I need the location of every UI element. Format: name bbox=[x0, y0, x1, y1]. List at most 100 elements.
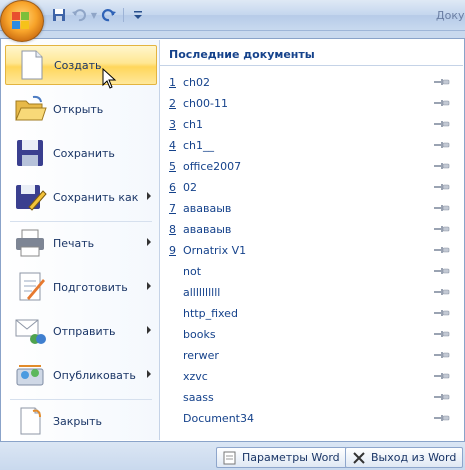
recent-document-item[interactable]: http_fixed bbox=[169, 303, 455, 323]
recent-documents-title: Последние документы bbox=[160, 40, 463, 66]
recent-document-name: rerwer bbox=[183, 348, 219, 362]
recent-document-item[interactable]: 4 ch1__ bbox=[169, 135, 455, 155]
recent-document-name: Ornatrix V1 bbox=[183, 243, 247, 257]
menu-divider bbox=[10, 221, 152, 222]
mouse-cursor-icon bbox=[102, 68, 117, 89]
pin-icon[interactable] bbox=[434, 267, 450, 275]
recent-document-item[interactable]: books bbox=[169, 324, 455, 344]
pin-icon[interactable] bbox=[434, 99, 450, 107]
menu-item-label: Создать bbox=[54, 58, 102, 72]
pin-icon[interactable] bbox=[434, 414, 450, 422]
office-button[interactable] bbox=[0, 0, 44, 42]
recent-document-item[interactable]: 7 ававаыв bbox=[169, 198, 455, 218]
menu-item-send[interactable]: Отправить bbox=[5, 311, 157, 351]
pin-icon[interactable] bbox=[434, 288, 450, 296]
prepare-icon bbox=[13, 271, 47, 303]
menu-divider bbox=[10, 399, 152, 400]
printer-icon bbox=[13, 227, 47, 259]
exit-word-label: Выход из Word bbox=[371, 451, 457, 464]
submenu-arrow-icon bbox=[147, 282, 151, 290]
redo-icon[interactable] bbox=[100, 6, 118, 24]
recent-document-item[interactable]: Document34 bbox=[169, 408, 455, 428]
submenu-arrow-icon bbox=[147, 238, 151, 246]
menu-commands: Создать Открыть Сохранить Сохранить как bbox=[2, 40, 160, 440]
menu-item-print[interactable]: Печать bbox=[5, 223, 157, 263]
undo-icon[interactable] bbox=[70, 6, 88, 24]
pin-icon[interactable] bbox=[434, 246, 450, 254]
recent-document-name: allllllllll bbox=[183, 285, 221, 299]
recent-document-item[interactable]: not bbox=[169, 261, 455, 281]
recent-document-name: xzvc bbox=[183, 369, 208, 383]
menu-item-new[interactable]: Создать bbox=[5, 45, 157, 85]
word-options-label: Параметры Word bbox=[242, 451, 340, 464]
recent-document-name: saass bbox=[183, 390, 214, 404]
submenu-arrow-icon bbox=[147, 326, 151, 334]
recent-document-item[interactable]: xzvc bbox=[169, 366, 455, 386]
recent-document-item[interactable]: 8 ававаыв bbox=[169, 219, 455, 239]
pin-icon[interactable] bbox=[434, 225, 450, 233]
recent-document-number: 4 bbox=[169, 138, 176, 152]
pin-icon[interactable] bbox=[434, 204, 450, 212]
recent-document-name: ававаыв bbox=[183, 201, 232, 215]
submenu-arrow-icon bbox=[147, 192, 151, 200]
pin-icon[interactable] bbox=[434, 372, 450, 380]
pin-icon[interactable] bbox=[434, 183, 450, 191]
send-icon bbox=[13, 315, 47, 347]
recent-document-item[interactable]: saass bbox=[169, 387, 455, 407]
menu-item-label: Печать bbox=[53, 236, 95, 250]
recent-document-name: ch02 bbox=[183, 75, 211, 89]
save-icon[interactable] bbox=[50, 6, 68, 24]
open-folder-icon bbox=[13, 93, 47, 125]
save-disk-icon bbox=[13, 137, 47, 169]
recent-document-name: not bbox=[183, 264, 202, 278]
recent-document-number: 6 bbox=[169, 180, 176, 194]
pin-icon[interactable] bbox=[434, 162, 450, 170]
word-options-button[interactable]: Параметры Word bbox=[216, 447, 347, 468]
menu-item-label: Закрыть bbox=[53, 414, 102, 428]
publish-icon bbox=[13, 359, 47, 391]
customize-qat-icon[interactable] bbox=[129, 6, 147, 24]
office-menu: Создать Открыть Сохранить Сохранить как bbox=[0, 38, 465, 442]
submenu-arrow-icon bbox=[147, 370, 151, 378]
menu-item-label: Опубликовать bbox=[53, 368, 136, 382]
recent-document-number: 3 bbox=[169, 117, 176, 131]
recent-document-item[interactable]: 1 ch02 bbox=[169, 72, 455, 92]
pin-icon[interactable] bbox=[434, 309, 450, 317]
recent-document-name: ававаыв bbox=[183, 222, 232, 236]
menu-item-close[interactable]: Закрыть bbox=[5, 401, 157, 441]
recent-document-item[interactable]: rerwer bbox=[169, 345, 455, 365]
chevron-down-icon[interactable]: ▼ bbox=[90, 6, 98, 24]
pin-icon[interactable] bbox=[434, 141, 450, 149]
pin-icon[interactable] bbox=[434, 78, 450, 86]
menu-item-save-as[interactable]: Сохранить как bbox=[5, 177, 157, 217]
recent-document-number: 5 bbox=[169, 159, 176, 173]
pin-icon[interactable] bbox=[434, 120, 450, 128]
exit-word-button[interactable]: Выход из Word bbox=[345, 447, 464, 468]
recent-document-item[interactable]: 2 ch00-11 bbox=[169, 93, 455, 113]
recent-document-number: 8 bbox=[169, 222, 176, 236]
close-icon bbox=[352, 451, 366, 465]
recent-document-item[interactable]: 5 office2007 bbox=[169, 156, 455, 176]
recent-document-name: http_fixed bbox=[183, 306, 238, 320]
recent-document-item[interactable]: 6 02 bbox=[169, 177, 455, 197]
recent-documents-panel: Последние документы 1 ch02 2 ch00-11 3 ch1 4 ch… bbox=[160, 40, 463, 440]
recent-document-number: 9 bbox=[169, 243, 176, 257]
recent-document-name: books bbox=[183, 327, 216, 341]
pin-icon[interactable] bbox=[434, 330, 450, 338]
menu-item-open[interactable]: Открыть bbox=[5, 89, 157, 129]
recent-document-number: 2 bbox=[169, 96, 176, 110]
menu-item-prepare[interactable]: Подготовить bbox=[5, 267, 157, 307]
new-document-icon bbox=[14, 49, 48, 81]
recent-document-name: ch1__ bbox=[183, 138, 215, 152]
recent-document-item[interactable]: 3 ch1 bbox=[169, 114, 455, 134]
recent-document-item[interactable]: 9 Ornatrix V1 bbox=[169, 240, 455, 260]
recent-document-item[interactable]: allllllllll bbox=[169, 282, 455, 302]
menu-footer: Параметры Word Выход из Word bbox=[0, 442, 465, 470]
menu-item-label: Подготовить bbox=[53, 280, 128, 294]
recent-document-name: ch00-11 bbox=[183, 96, 228, 110]
menu-item-save[interactable]: Сохранить bbox=[5, 133, 157, 173]
menu-item-label: Сохранить bbox=[53, 146, 115, 160]
pin-icon[interactable] bbox=[434, 393, 450, 401]
pin-icon[interactable] bbox=[434, 351, 450, 359]
menu-item-publish[interactable]: Опубликовать bbox=[5, 355, 157, 395]
